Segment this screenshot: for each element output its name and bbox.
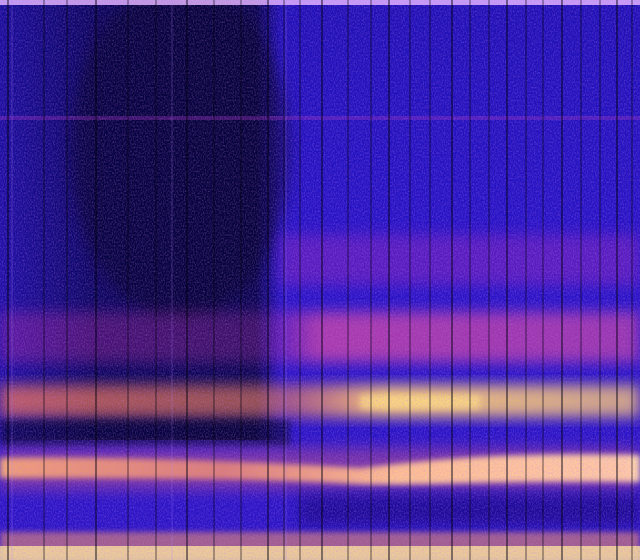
spectrogram-canvas <box>0 0 640 560</box>
spectrogram-view <box>0 0 640 560</box>
